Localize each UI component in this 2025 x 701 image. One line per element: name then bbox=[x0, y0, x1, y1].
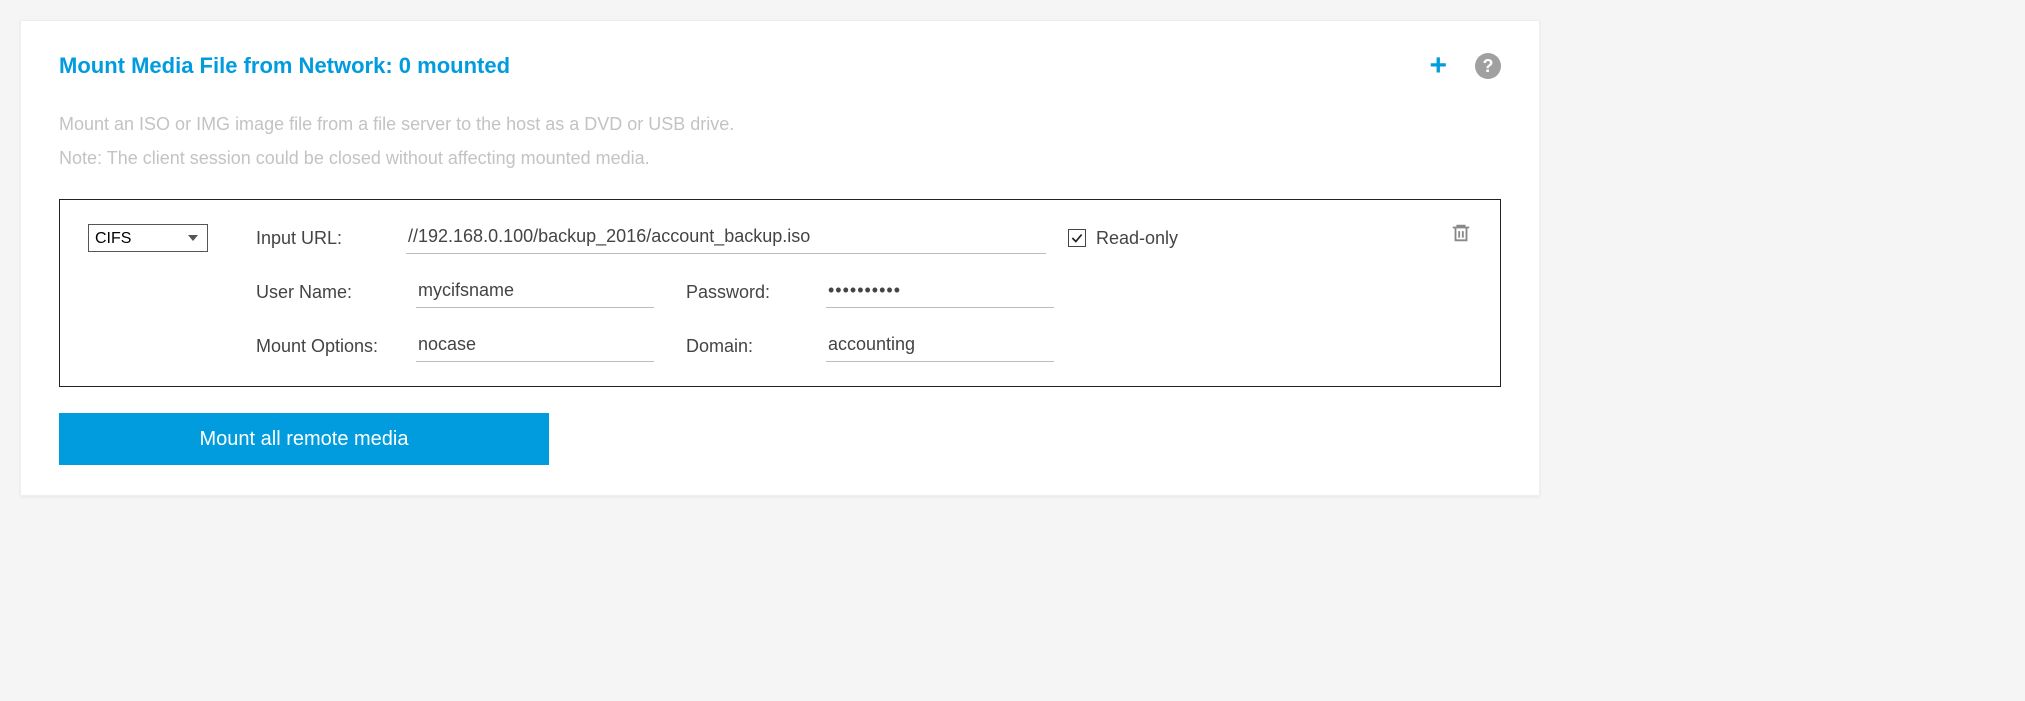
readonly-label: Read-only bbox=[1096, 228, 1178, 249]
add-icon[interactable]: + bbox=[1429, 51, 1447, 81]
username-field[interactable] bbox=[416, 276, 654, 308]
mount-all-button[interactable]: Mount all remote media bbox=[59, 413, 549, 465]
description-line2: Note: The client session could be closed… bbox=[59, 141, 1501, 175]
row-url: CIFS Input URL: Read-only bbox=[88, 222, 1472, 254]
credentials-grid: User Name: Password: Mount Options: Doma… bbox=[256, 276, 1472, 362]
protocol-select[interactable]: CIFS bbox=[88, 224, 208, 252]
mount-options-label: Mount Options: bbox=[256, 336, 406, 357]
panel-title: Mount Media File from Network: 0 mounted bbox=[59, 53, 1429, 79]
domain-label: Domain: bbox=[686, 336, 816, 357]
domain-field[interactable] bbox=[826, 330, 1054, 362]
password-label: Password: bbox=[686, 282, 816, 303]
panel-header: Mount Media File from Network: 0 mounted… bbox=[59, 51, 1501, 81]
media-entry: CIFS Input URL: Read-only User Name: Pas… bbox=[59, 199, 1501, 387]
username-label: User Name: bbox=[256, 282, 406, 303]
header-icons: + ? bbox=[1429, 51, 1501, 81]
readonly-checkbox-wrap: Read-only bbox=[1068, 228, 1178, 249]
protocol-select-wrap: CIFS bbox=[88, 224, 208, 252]
description-line1: Mount an ISO or IMG image file from a fi… bbox=[59, 107, 1501, 141]
help-icon[interactable]: ? bbox=[1475, 53, 1501, 79]
panel-description: Mount an ISO or IMG image file from a fi… bbox=[59, 107, 1501, 175]
readonly-checkbox[interactable] bbox=[1068, 229, 1086, 247]
input-url-label: Input URL: bbox=[256, 228, 406, 249]
mount-media-panel: Mount Media File from Network: 0 mounted… bbox=[20, 20, 1540, 496]
mount-options-field[interactable] bbox=[416, 330, 654, 362]
delete-icon[interactable] bbox=[1450, 222, 1472, 249]
password-field[interactable] bbox=[826, 276, 1054, 308]
input-url-field[interactable] bbox=[406, 222, 1046, 254]
